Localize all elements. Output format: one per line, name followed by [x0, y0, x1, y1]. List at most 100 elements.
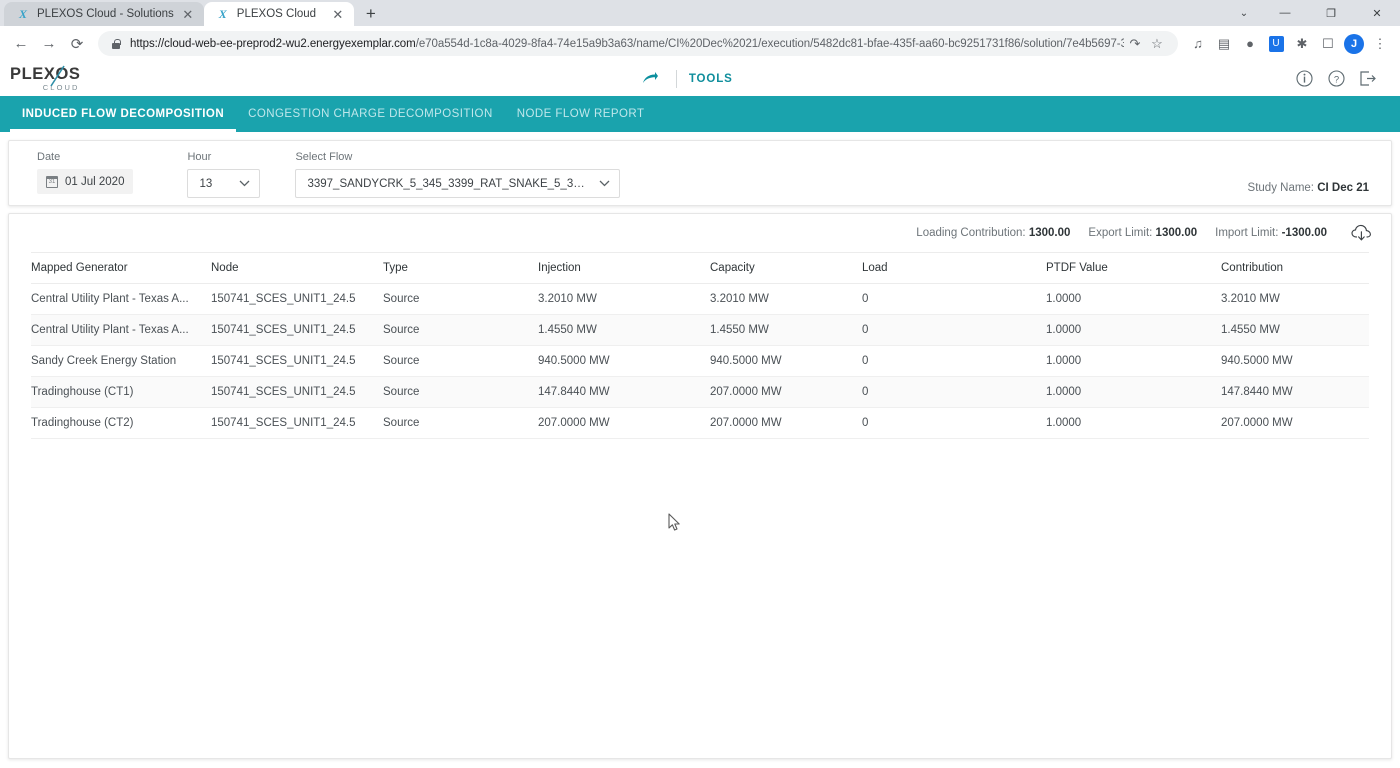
browser-toolbar: ← → ⟳ https://cloud-web-ee-preprod2-wu2.…: [0, 26, 1400, 61]
column-header-type[interactable]: Type: [383, 252, 538, 284]
hour-select[interactable]: 13: [187, 169, 261, 198]
cell-ptdf-value: 1.0000: [1046, 314, 1221, 346]
forward-icon[interactable]: →: [36, 31, 62, 57]
cell-contribution: 147.8440 MW: [1221, 376, 1369, 408]
url-path: /e70a554d-1c8a-4029-8fa4-74e15a9b3a63/na…: [415, 37, 1124, 50]
app-header: PLEXOS CLOUD TOOLS ?: [0, 61, 1400, 96]
chevron-down-icon: [597, 177, 611, 191]
browser-tab-1[interactable]: X PLEXOS Cloud - Solutions ✕: [4, 2, 204, 26]
date-value: 01 Jul 2020: [65, 175, 125, 188]
cell-mapped-generator: Central Utility Plant - Texas A...: [31, 314, 211, 346]
bookmark-star-icon[interactable]: ☆: [1146, 33, 1168, 55]
tools-menu[interactable]: TOOLS: [689, 73, 733, 85]
minimize-button[interactable]: —: [1262, 0, 1308, 26]
plexos-cloud-logo: PLEXOS CLOUD: [10, 64, 85, 92]
chevron-glyph: [239, 180, 250, 187]
table-row[interactable]: Central Utility Plant - Texas A... 15074…: [31, 314, 1369, 346]
cell-type: Source: [383, 283, 538, 315]
cell-node: 150741_SCES_UNIT1_24.5: [211, 314, 383, 346]
tab-congestion-charge-decomposition[interactable]: CONGESTION CHARGE DECOMPOSITION: [236, 96, 505, 132]
column-header-node[interactable]: Node: [211, 252, 383, 284]
url-host: https://cloud-web-ee-preprod2-wu2.energy…: [130, 37, 416, 50]
tab-induced-flow-decomposition[interactable]: INDUCED FLOW DECOMPOSITION: [10, 96, 237, 132]
export-limit-label: Export Limit:: [1088, 227, 1153, 239]
close-icon[interactable]: ✕: [180, 6, 196, 22]
plexos-favicon-icon: X: [18, 6, 27, 21]
cell-capacity: 1.4550 MW: [710, 314, 862, 346]
cell-capacity: 3.2010 MW: [710, 283, 862, 315]
share-icon[interactable]: [638, 66, 664, 92]
calendar-icon: 31: [46, 175, 58, 188]
new-tab-button[interactable]: +: [358, 2, 384, 26]
cell-contribution: 3.2010 MW: [1221, 283, 1369, 315]
media-cast-icon[interactable]: ♫: [1186, 32, 1210, 56]
cell-load: 0: [862, 407, 1046, 439]
tab-node-flow-report[interactable]: NODE FLOW REPORT: [505, 96, 657, 132]
cell-type: Source: [383, 407, 538, 439]
select-flow-select[interactable]: 3397_SANDYCRK_5_345_3399_RAT_SNAKE_5_345…: [295, 169, 621, 198]
tab-search-chevron-down-icon[interactable]: ⌄: [1226, 0, 1262, 26]
security-shield-icon[interactable]: U: [1264, 32, 1288, 56]
cell-contribution: 940.5000 MW: [1221, 345, 1369, 377]
column-header-capacity[interactable]: Capacity: [710, 252, 862, 284]
address-bar[interactable]: https://cloud-web-ee-preprod2-wu2.energy…: [98, 31, 1178, 56]
cell-ptdf-value: 1.0000: [1046, 345, 1221, 377]
cloud-download-icon[interactable]: [1349, 221, 1373, 245]
column-header-load[interactable]: Load: [862, 252, 1046, 284]
table-row[interactable]: Central Utility Plant - Texas A... 15074…: [31, 283, 1369, 315]
column-header-injection[interactable]: Injection: [538, 252, 710, 284]
select-flow-label: Select Flow: [295, 151, 353, 163]
table-body: Central Utility Plant - Texas A... 15074…: [31, 283, 1369, 439]
window-close-button[interactable]: ✕: [1354, 0, 1400, 26]
study-name: Study Name: CI Dec 21: [1248, 182, 1369, 194]
cell-type: Source: [383, 345, 538, 377]
window-controls: ⌄ — ❐ ✕: [1226, 0, 1400, 26]
date-label: Date: [37, 151, 61, 163]
table-row[interactable]: Tradinghouse (CT2) 150741_SCES_UNIT1_24.…: [31, 407, 1369, 439]
study-name-value: CI Dec 21: [1317, 181, 1369, 194]
cell-injection: 207.0000 MW: [538, 407, 710, 439]
browser-tab-2[interactable]: X PLEXOS Cloud ✕: [203, 2, 354, 26]
column-header-mapped-generator[interactable]: Mapped Generator: [31, 252, 211, 284]
extension-gray-circle-icon[interactable]: ●: [1238, 32, 1262, 56]
profile-avatar[interactable]: J: [1342, 32, 1366, 56]
url-text: https://cloud-web-ee-preprod2-wu2.energy…: [130, 38, 1124, 50]
hour-filter: Hour 13: [187, 151, 261, 198]
table-header: Mapped Generator Node Type Injection Cap…: [31, 252, 1369, 284]
info-icon[interactable]: [1290, 65, 1318, 93]
filters-panel: Date 31 01 Jul 2020 Hour 13 Select Flow: [8, 140, 1392, 206]
date-filter: Date 31 01 Jul 2020: [37, 151, 134, 194]
extensions-icon[interactable]: ✱: [1290, 32, 1314, 56]
cell-mapped-generator: Tradinghouse (CT1): [31, 376, 211, 408]
hour-value: 13: [199, 177, 213, 190]
extension-puzzle-icon-1[interactable]: ▤: [1212, 32, 1236, 56]
induced-flow-table: Mapped Generator Node Type Injection Cap…: [31, 252, 1369, 439]
date-input[interactable]: 31 01 Jul 2020: [37, 169, 134, 194]
select-flow-filter: Select Flow 3397_SANDYCRK_5_345_3399_RAT…: [295, 151, 621, 198]
reload-icon[interactable]: ⟳: [64, 31, 90, 57]
close-icon[interactable]: ✕: [330, 6, 346, 22]
share-page-icon[interactable]: ↷: [1124, 33, 1146, 55]
sidebar-panel-icon[interactable]: ☐: [1316, 32, 1340, 56]
maximize-button[interactable]: ❐: [1308, 0, 1354, 26]
plexos-favicon-icon: X: [218, 6, 227, 21]
browser-menu-icon[interactable]: ⋮: [1368, 32, 1392, 56]
column-header-contribution[interactable]: Contribution: [1221, 252, 1369, 284]
cell-capacity: 207.0000 MW: [710, 376, 862, 408]
cell-capacity: 940.5000 MW: [710, 345, 862, 377]
browser-tab-strip: X PLEXOS Cloud - Solutions ✕ X PLEXOS Cl…: [0, 0, 1400, 26]
table-row[interactable]: Tradinghouse (CT1) 150741_SCES_UNIT1_24.…: [31, 376, 1369, 408]
table-row[interactable]: Sandy Creek Energy Station 150741_SCES_U…: [31, 345, 1369, 377]
cell-injection: 1.4550 MW: [538, 314, 710, 346]
cell-node: 150741_SCES_UNIT1_24.5: [211, 345, 383, 377]
help-icon[interactable]: ?: [1322, 65, 1350, 93]
cell-node: 150741_SCES_UNIT1_24.5: [211, 376, 383, 408]
logout-icon[interactable]: [1354, 65, 1382, 93]
cell-load: 0: [862, 345, 1046, 377]
avatar: J: [1344, 33, 1364, 54]
column-header-ptdf-value[interactable]: PTDF Value: [1046, 252, 1221, 284]
hour-label: Hour: [187, 151, 212, 163]
back-icon[interactable]: ←: [8, 31, 34, 57]
logo-main-text: PLEXOS: [10, 64, 81, 83]
cell-injection: 3.2010 MW: [538, 283, 710, 315]
